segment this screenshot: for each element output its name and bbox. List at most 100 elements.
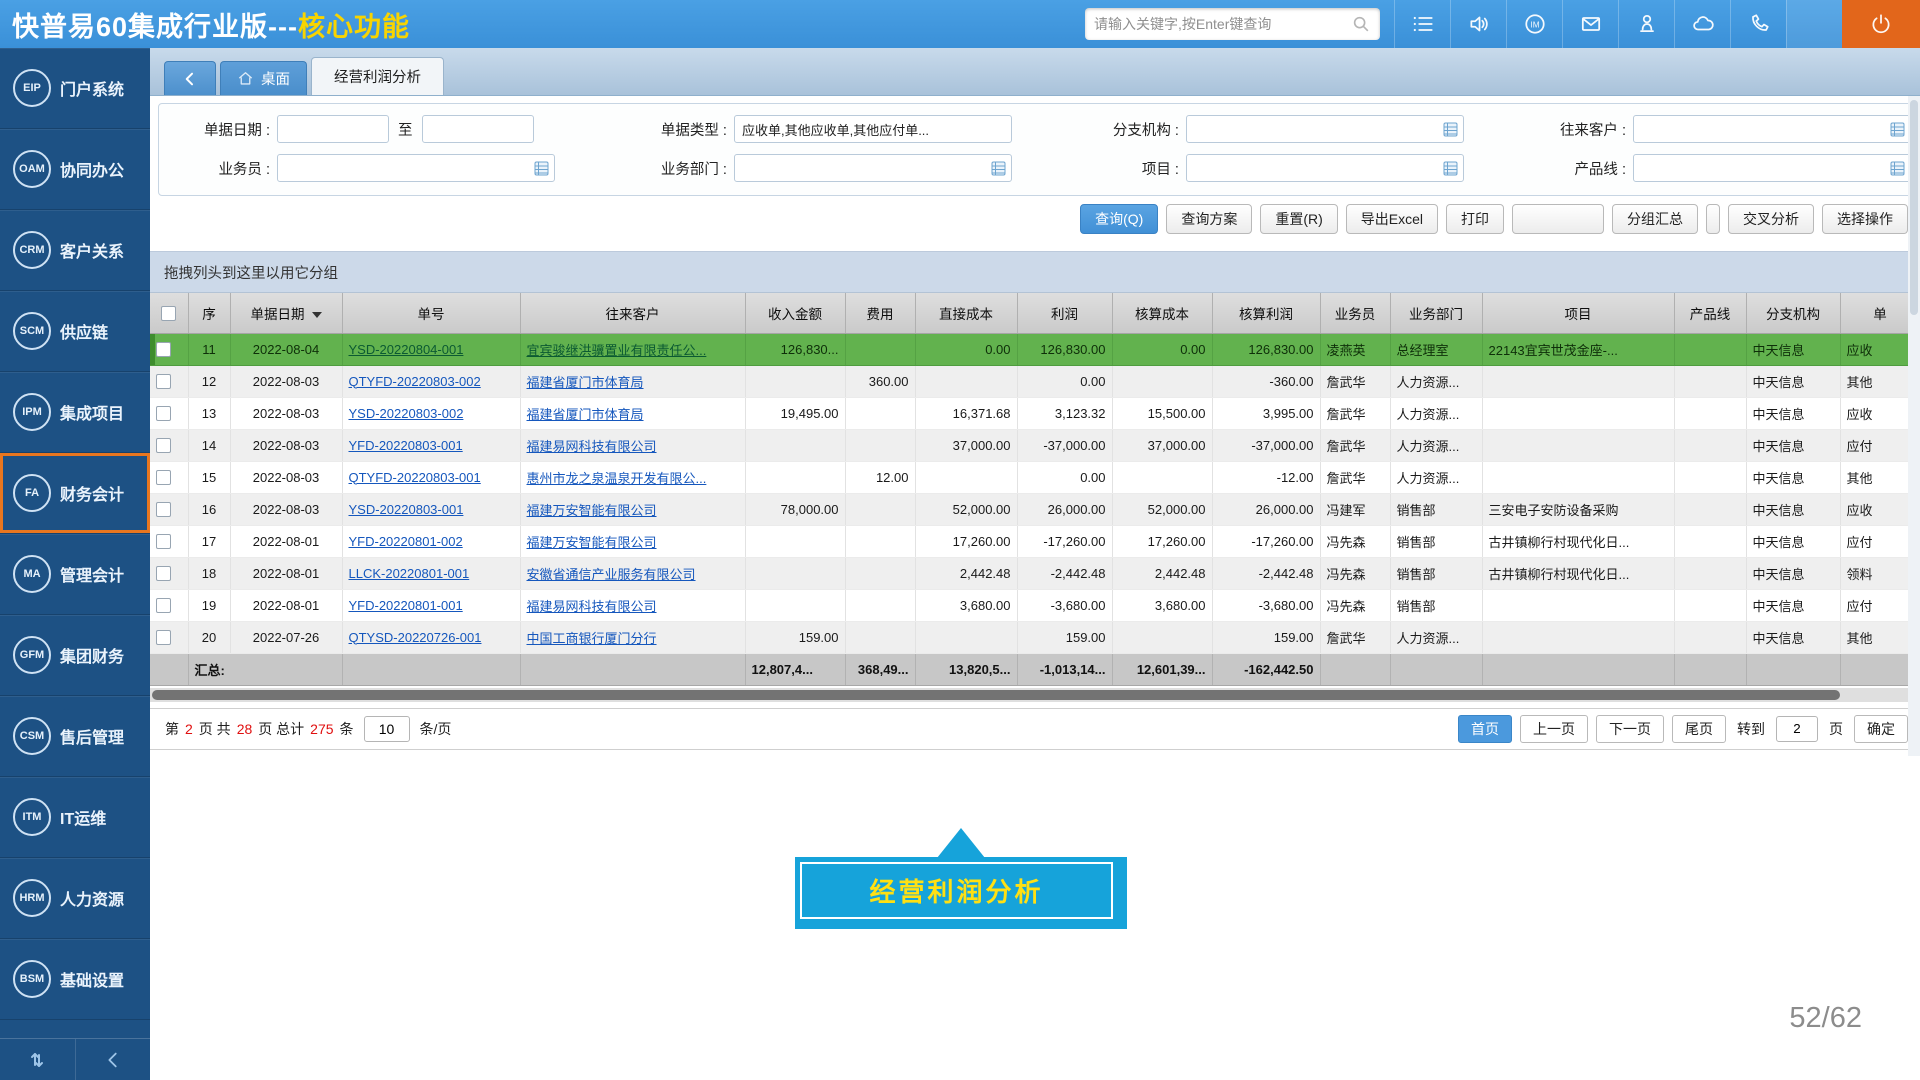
vertical-scrollbar-thumb[interactable] (1910, 100, 1918, 315)
doc-no-link[interactable]: QTYSD-20220726-001 (349, 630, 482, 645)
export-excel-button[interactable]: 导出Excel (1346, 204, 1438, 234)
row-checkbox[interactable] (156, 406, 171, 421)
im-button[interactable]: IM (1506, 0, 1562, 48)
narrow-blank-button[interactable] (1706, 204, 1720, 234)
mail-button[interactable] (1562, 0, 1618, 48)
col-income[interactable]: 收入金额 (745, 293, 845, 333)
power-button[interactable] (1842, 0, 1920, 48)
sidebar-item[interactable]: CRM 客户关系 (0, 210, 150, 291)
customer-link[interactable]: 福建省厦门市体育局 (527, 375, 644, 390)
sidebar-item[interactable]: IPM 集成项目 (0, 372, 150, 453)
sidebar-item[interactable]: HRM 人力资源 (0, 858, 150, 939)
horizontal-scrollbar[interactable] (150, 688, 1920, 702)
prev-page-button[interactable]: 上一页 (1520, 715, 1588, 743)
search-icon[interactable] (1351, 14, 1371, 34)
customer-link[interactable]: 福建万安智能有限公司 (527, 503, 657, 518)
doc-date-to-input[interactable] (422, 115, 534, 143)
row-checkbox[interactable] (156, 502, 171, 517)
customer-link[interactable]: 惠州市龙之泉温泉开发有限公... (527, 471, 707, 486)
sidebar-item[interactable]: MA 管理会计 (0, 534, 150, 615)
horizontal-scrollbar-thumb[interactable] (152, 690, 1840, 700)
sidebar-item[interactable]: OAM 协同办公 (0, 129, 150, 210)
table-row[interactable]: 17 2022-08-01 YFD-20220801-002 福建万安智能有限公… (150, 525, 1920, 557)
col-dept[interactable]: 业务部门 (1390, 293, 1482, 333)
select-all-header[interactable] (150, 293, 188, 333)
sidebar-item[interactable]: SCM 供应链 (0, 291, 150, 372)
col-customer[interactable]: 往来客户 (520, 293, 745, 333)
menu-list-button[interactable] (1394, 0, 1450, 48)
row-checkbox[interactable] (156, 374, 171, 389)
cloud-button[interactable] (1674, 0, 1730, 48)
doc-no-link[interactable]: YFD-20220803-001 (349, 438, 463, 453)
col-seq[interactable]: 序 (188, 293, 230, 333)
goto-page-input[interactable] (1776, 716, 1818, 742)
col-acct-profit[interactable]: 核算利润 (1212, 293, 1320, 333)
row-checkbox[interactable] (156, 470, 171, 485)
sidebar-item[interactable]: GFM 集团财务 (0, 615, 150, 696)
customer-link[interactable]: 福建万安智能有限公司 (527, 535, 657, 550)
col-doc-no[interactable]: 单号 (342, 293, 520, 333)
table-row[interactable]: 12 2022-08-03 QTYFD-20220803-002 福建省厦门市体… (150, 365, 1920, 397)
col-product-line[interactable]: 产品线 (1674, 293, 1746, 333)
customer-link[interactable]: 福建易网科技有限公司 (527, 439, 657, 454)
row-checkbox[interactable] (156, 598, 171, 613)
tab-desktop[interactable]: 桌面 (220, 61, 307, 95)
customer-link[interactable]: 宜宾骏继洪骥置业有限责任公... (527, 343, 707, 358)
sidebar-item[interactable]: CSM 售后管理 (0, 696, 150, 777)
col-salesman[interactable]: 业务员 (1320, 293, 1390, 333)
collapse-sidebar-button[interactable] (75, 1039, 151, 1080)
page-size-input[interactable] (364, 716, 410, 742)
table-row[interactable]: 16 2022-08-03 YSD-20220803-001 福建万安智能有限公… (150, 493, 1920, 525)
customer-link[interactable]: 中国工商银行厦门分行 (527, 631, 657, 646)
query-button[interactable]: 查询(Q) (1080, 204, 1158, 234)
vertical-scrollbar[interactable] (1908, 96, 1920, 756)
product-line-input[interactable] (1633, 154, 1911, 182)
col-doc-date[interactable]: 单据日期 (230, 293, 342, 333)
row-checkbox[interactable] (156, 630, 171, 645)
table-row[interactable]: 15 2022-08-03 QTYFD-20220803-001 惠州市龙之泉温… (150, 461, 1920, 493)
sidebar-item[interactable]: FA 财务会计 (0, 453, 150, 534)
last-page-button[interactable]: 尾页 (1672, 715, 1726, 743)
doc-no-link[interactable]: YFD-20220801-002 (349, 534, 463, 549)
print-button[interactable]: 打印 (1446, 204, 1504, 234)
table-row[interactable]: 20 2022-07-26 QTYSD-20220726-001 中国工商银行厦… (150, 621, 1920, 653)
branch-input[interactable] (1186, 115, 1464, 143)
col-profit[interactable]: 利润 (1017, 293, 1112, 333)
table-row[interactable]: 19 2022-08-01 YFD-20220801-001 福建易网科技有限公… (150, 589, 1920, 621)
salesman-input[interactable] (277, 154, 555, 182)
blank-button[interactable] (1512, 204, 1604, 234)
row-checkbox[interactable] (156, 566, 171, 581)
select-all-checkbox[interactable] (161, 306, 176, 321)
select-operation-button[interactable]: 选择操作 (1822, 204, 1908, 234)
col-branch[interactable]: 分支机构 (1746, 293, 1840, 333)
confirm-button[interactable]: 确定 (1854, 715, 1908, 743)
next-page-button[interactable]: 下一页 (1596, 715, 1664, 743)
group-summary-button[interactable]: 分组汇总 (1612, 204, 1698, 234)
table-row[interactable]: 14 2022-08-03 YFD-20220803-001 福建易网科技有限公… (150, 429, 1920, 461)
customer-link[interactable]: 福建省厦门市体育局 (527, 407, 644, 422)
doc-no-link[interactable]: LLCK-20220801-001 (349, 566, 470, 581)
back-button[interactable] (164, 61, 216, 95)
col-project[interactable]: 项目 (1482, 293, 1674, 333)
col-fee[interactable]: 费用 (845, 293, 915, 333)
project-input[interactable] (1186, 154, 1464, 182)
col-acct-cost[interactable]: 核算成本 (1112, 293, 1212, 333)
search-input[interactable] (1094, 16, 1351, 32)
row-checkbox[interactable] (156, 342, 171, 357)
row-checkbox[interactable] (156, 534, 171, 549)
table-row[interactable]: 11 2022-08-04 YSD-20220804-001 宜宾骏继洪骥置业有… (150, 333, 1920, 365)
doc-no-link[interactable]: QTYFD-20220803-001 (349, 470, 481, 485)
doc-no-link[interactable]: YSD-20220804-001 (349, 342, 464, 357)
group-by-bar[interactable]: 拖拽列头到这里以用它分组 (150, 251, 1920, 293)
doc-no-link[interactable]: YSD-20220803-002 (349, 406, 464, 421)
customer-link[interactable]: 安徽省通信产业服务有限公司 (527, 567, 696, 582)
sidebar-item[interactable]: ITM IT运维 (0, 777, 150, 858)
sidebar-item[interactable]: BSM 基础设置 (0, 939, 150, 1020)
customer-link[interactable]: 福建易网科技有限公司 (527, 599, 657, 614)
doc-type-combo[interactable]: 应收单,其他应收单,其他应付单... (734, 115, 1012, 143)
customer-input[interactable] (1633, 115, 1911, 143)
user-button[interactable] (1618, 0, 1674, 48)
tab-profit-analysis[interactable]: 经营利润分析 (311, 57, 444, 95)
doc-no-link[interactable]: YFD-20220801-001 (349, 598, 463, 613)
doc-no-link[interactable]: QTYFD-20220803-002 (349, 374, 481, 389)
